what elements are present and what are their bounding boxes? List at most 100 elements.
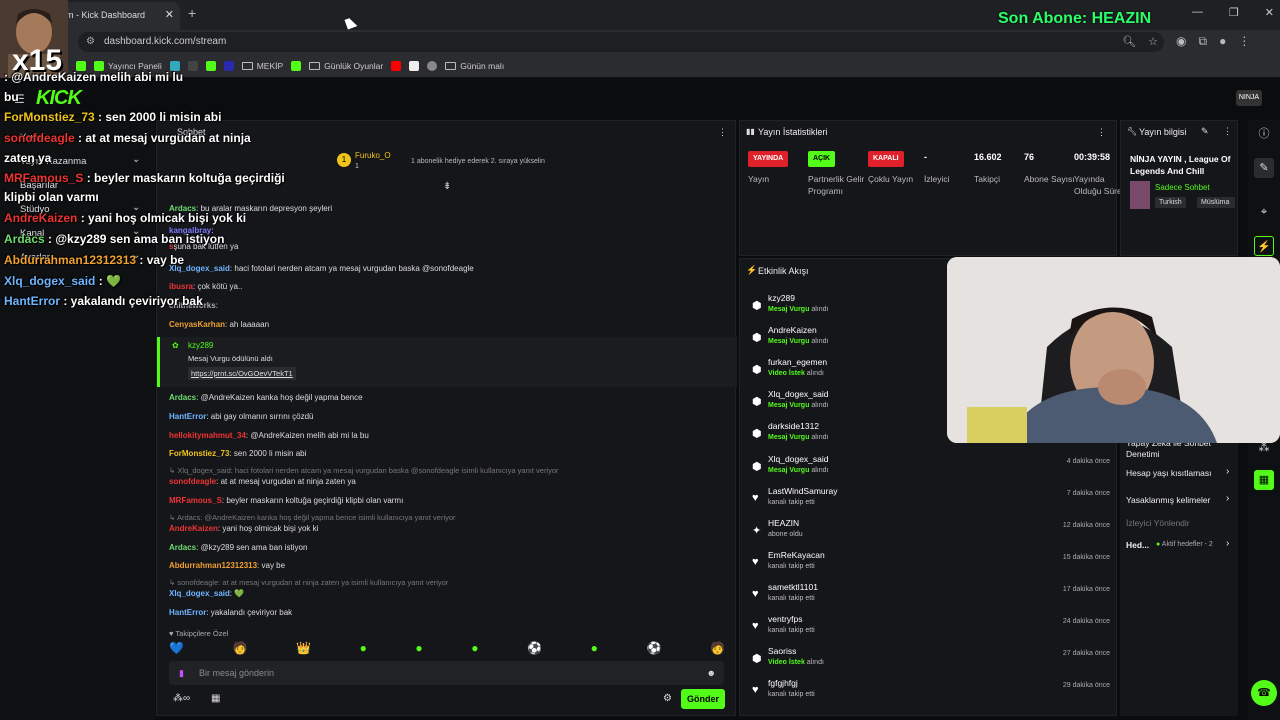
activity-item[interactable]: ♥ ventryfps kanalı takip etti 24 dakika önc… bbox=[752, 614, 1110, 644]
category[interactable]: Sadece Sohbet bbox=[1155, 183, 1210, 192]
banned-words-setting[interactable]: Yasaklanmış kelimeler bbox=[1126, 495, 1210, 505]
emote-icon[interactable]: 🧑 bbox=[233, 641, 248, 655]
target-icon[interactable]: ⌖ bbox=[1254, 202, 1274, 222]
activity-item[interactable]: ♥ sametktl1101 kanalı takip etti 17 dakika … bbox=[752, 582, 1110, 612]
menu-icon[interactable]: ⋮ bbox=[1238, 34, 1250, 49]
bookmark-yayinci-paneli[interactable]: Yayıncı Paneli bbox=[94, 60, 162, 71]
bookmark-gunluk-oyunlar[interactable]: Günlük Oyunlar bbox=[309, 61, 383, 71]
community-icon[interactable]: ⁂∞ bbox=[173, 693, 190, 704]
pencil-icon[interactable]: ✎ bbox=[1254, 158, 1274, 178]
chat-username[interactable]: Ardacs bbox=[169, 393, 196, 402]
chat-username[interactable]: Xlq_dogex_said bbox=[169, 589, 230, 598]
activity-user[interactable]: EmReKayacan bbox=[768, 550, 825, 560]
zoom-icon[interactable]: 🔍︎ bbox=[1122, 32, 1136, 52]
activity-item[interactable]: ✦ HEAZIN abone oldu 12 dakika önce bbox=[752, 518, 1110, 548]
account-age-setting[interactable]: Hesap yaşı kısıtlaması bbox=[1126, 468, 1212, 478]
emote-icon[interactable]: 🧑 bbox=[710, 641, 725, 655]
bookmark-icon[interactable] bbox=[427, 60, 438, 71]
chat-username[interactable]: ForMonstiez_73 bbox=[169, 449, 229, 458]
activity-item[interactable]: ♥ fgfgjhfgj kanalı takip etti 29 dakika önc… bbox=[752, 678, 1110, 708]
profile-icon[interactable]: ● bbox=[1219, 34, 1226, 49]
close-window-icon[interactable]: ✕ bbox=[1265, 6, 1274, 19]
puzzle-icon[interactable]: ⧉ bbox=[1198, 34, 1207, 49]
heart-emote-icon[interactable]: 💙 bbox=[169, 641, 184, 655]
close-tab-icon[interactable]: ✕ bbox=[165, 2, 174, 28]
browser-tab[interactable]: m - Kick Dashboard ✕ bbox=[60, 2, 180, 30]
store-icon[interactable]: ▦ bbox=[211, 693, 220, 704]
minimize-icon[interactable]: — bbox=[1192, 6, 1203, 19]
chat-username[interactable]: hellokitymahmut_34 bbox=[169, 431, 246, 440]
viewer-redirect-setting[interactable]: İzleyici Yönlendir bbox=[1126, 518, 1190, 528]
bolt-icon[interactable]: ⚡ bbox=[1254, 236, 1274, 256]
activity-user[interactable]: LastWindSamuray bbox=[768, 486, 837, 496]
bookmark-icon[interactable] bbox=[409, 60, 420, 71]
more-icon[interactable]: ⋮ bbox=[718, 121, 727, 143]
emote-icon[interactable]: ⚽ bbox=[646, 641, 661, 655]
chat-username[interactable]: sonofdeagle bbox=[169, 477, 216, 486]
tag[interactable]: Turkish bbox=[1155, 197, 1186, 208]
activity-user[interactable]: kzy289 bbox=[768, 293, 795, 303]
activity-user[interactable]: Xlq_dogex_said bbox=[768, 454, 829, 464]
site-info-icon[interactable]: ⚙ bbox=[86, 32, 95, 52]
bookmark-gunun-mali[interactable]: Günün malı bbox=[445, 61, 504, 71]
bookmark-star-icon[interactable]: ☆ bbox=[1148, 32, 1158, 52]
chat-username[interactable]: ibusra bbox=[169, 282, 193, 291]
activity-user[interactable]: fgfgjhfgj bbox=[768, 678, 798, 688]
kick-bookmark-icon[interactable] bbox=[291, 60, 302, 71]
activity-user[interactable]: sametktl1101 bbox=[768, 582, 818, 592]
emote-icon[interactable]: ● bbox=[591, 641, 598, 655]
maximize-icon[interactable]: ❐ bbox=[1229, 6, 1239, 19]
activity-user[interactable]: HEAZIN bbox=[768, 518, 799, 528]
activity-user[interactable]: furkan_egemen bbox=[768, 357, 827, 367]
grid-icon[interactable]: ▦ bbox=[1254, 470, 1274, 490]
bookmark-mekip[interactable]: MEKİP bbox=[241, 61, 283, 71]
bookmark-icon[interactable] bbox=[187, 60, 198, 71]
youtube-icon[interactable] bbox=[391, 60, 402, 71]
bookmark-icon[interactable] bbox=[169, 60, 180, 71]
emote-icon[interactable]: ● bbox=[415, 641, 422, 655]
category-thumbnail[interactable] bbox=[1130, 181, 1150, 209]
pinned-user[interactable]: Furuko_O bbox=[355, 151, 391, 160]
chat-username[interactable]: HantError bbox=[169, 412, 206, 421]
chat-username[interactable]: AndreKaizen bbox=[169, 524, 218, 533]
user-avatar[interactable]: NINJA bbox=[1236, 90, 1262, 106]
chat-username[interactable]: Abdurrahman12312313 bbox=[169, 561, 257, 570]
extension-icon[interactable]: ◉ bbox=[1176, 34, 1186, 49]
activity-item[interactable]: ⬢ Xlq_dogex_said Mesaj Vurgu alındı 4 dakik… bbox=[752, 454, 1110, 484]
emote-icon[interactable]: 👑 bbox=[296, 641, 311, 655]
tag[interactable]: Müslüma bbox=[1197, 197, 1235, 208]
more-icon[interactable]: ⋮ bbox=[1097, 127, 1106, 138]
chat-username[interactable]: MRFamous_S bbox=[169, 496, 222, 505]
goals-setting[interactable]: Hed... bbox=[1126, 540, 1149, 550]
emote-icon[interactable]: ● bbox=[360, 641, 367, 655]
activity-item[interactable]: ⬢ Saoriss Video İstek alındı 27 dakika önce bbox=[752, 646, 1110, 676]
emote-icon[interactable]: ⚽ bbox=[527, 641, 542, 655]
chat-username[interactable]: Ardacs bbox=[169, 543, 196, 552]
emote-icon[interactable]: ● bbox=[471, 641, 478, 655]
activity-item[interactable]: ♥ LastWindSamuray kanalı takip etti 7 dakik… bbox=[752, 486, 1110, 516]
settings-gear-icon[interactable]: ⚙ bbox=[663, 693, 672, 704]
activity-item[interactable]: ♥ EmReKayacan kanalı takip etti 15 dakika ö… bbox=[752, 550, 1110, 580]
award-link[interactable]: https://prnt.sc/OvGOevVTekT1 bbox=[188, 367, 296, 380]
support-icon[interactable]: ☎ bbox=[1251, 680, 1277, 706]
chat-username[interactable]: CenyasKarhan bbox=[169, 320, 225, 329]
award-user[interactable]: kzy289 bbox=[188, 341, 213, 350]
activity-user[interactable]: Xlq_dogex_said bbox=[768, 389, 829, 399]
new-tab-icon[interactable]: + bbox=[188, 5, 196, 21]
chat-username[interactable]: HantError bbox=[169, 608, 206, 617]
chat-input[interactable]: Bir mesaj gönderin ▮ ☻ bbox=[169, 661, 724, 685]
activity-user[interactable]: Saoriss bbox=[768, 646, 796, 656]
activity-user[interactable]: AndreKaizen bbox=[768, 325, 817, 335]
activity-user[interactable]: darkside1312 bbox=[768, 421, 819, 431]
send-button[interactable]: Gönder bbox=[681, 689, 725, 709]
kick-bookmark-icon[interactable] bbox=[76, 60, 86, 71]
bookmark-icon[interactable] bbox=[223, 60, 234, 71]
kick-logo[interactable]: KICK bbox=[36, 87, 82, 110]
collapse-pinned-icon[interactable]: ⇟ bbox=[443, 181, 451, 192]
info-icon[interactable]: ⓘ bbox=[1254, 124, 1274, 144]
url-field[interactable]: ⚙ dashboard.kick.com/stream 🔍︎ ☆ bbox=[78, 32, 1164, 52]
activity-user[interactable]: ventryfps bbox=[768, 614, 803, 624]
emoji-icon[interactable]: ☻ bbox=[707, 661, 716, 685]
kick-bookmark-icon[interactable] bbox=[205, 60, 216, 71]
more-icon[interactable]: ⋮ bbox=[1223, 126, 1232, 137]
